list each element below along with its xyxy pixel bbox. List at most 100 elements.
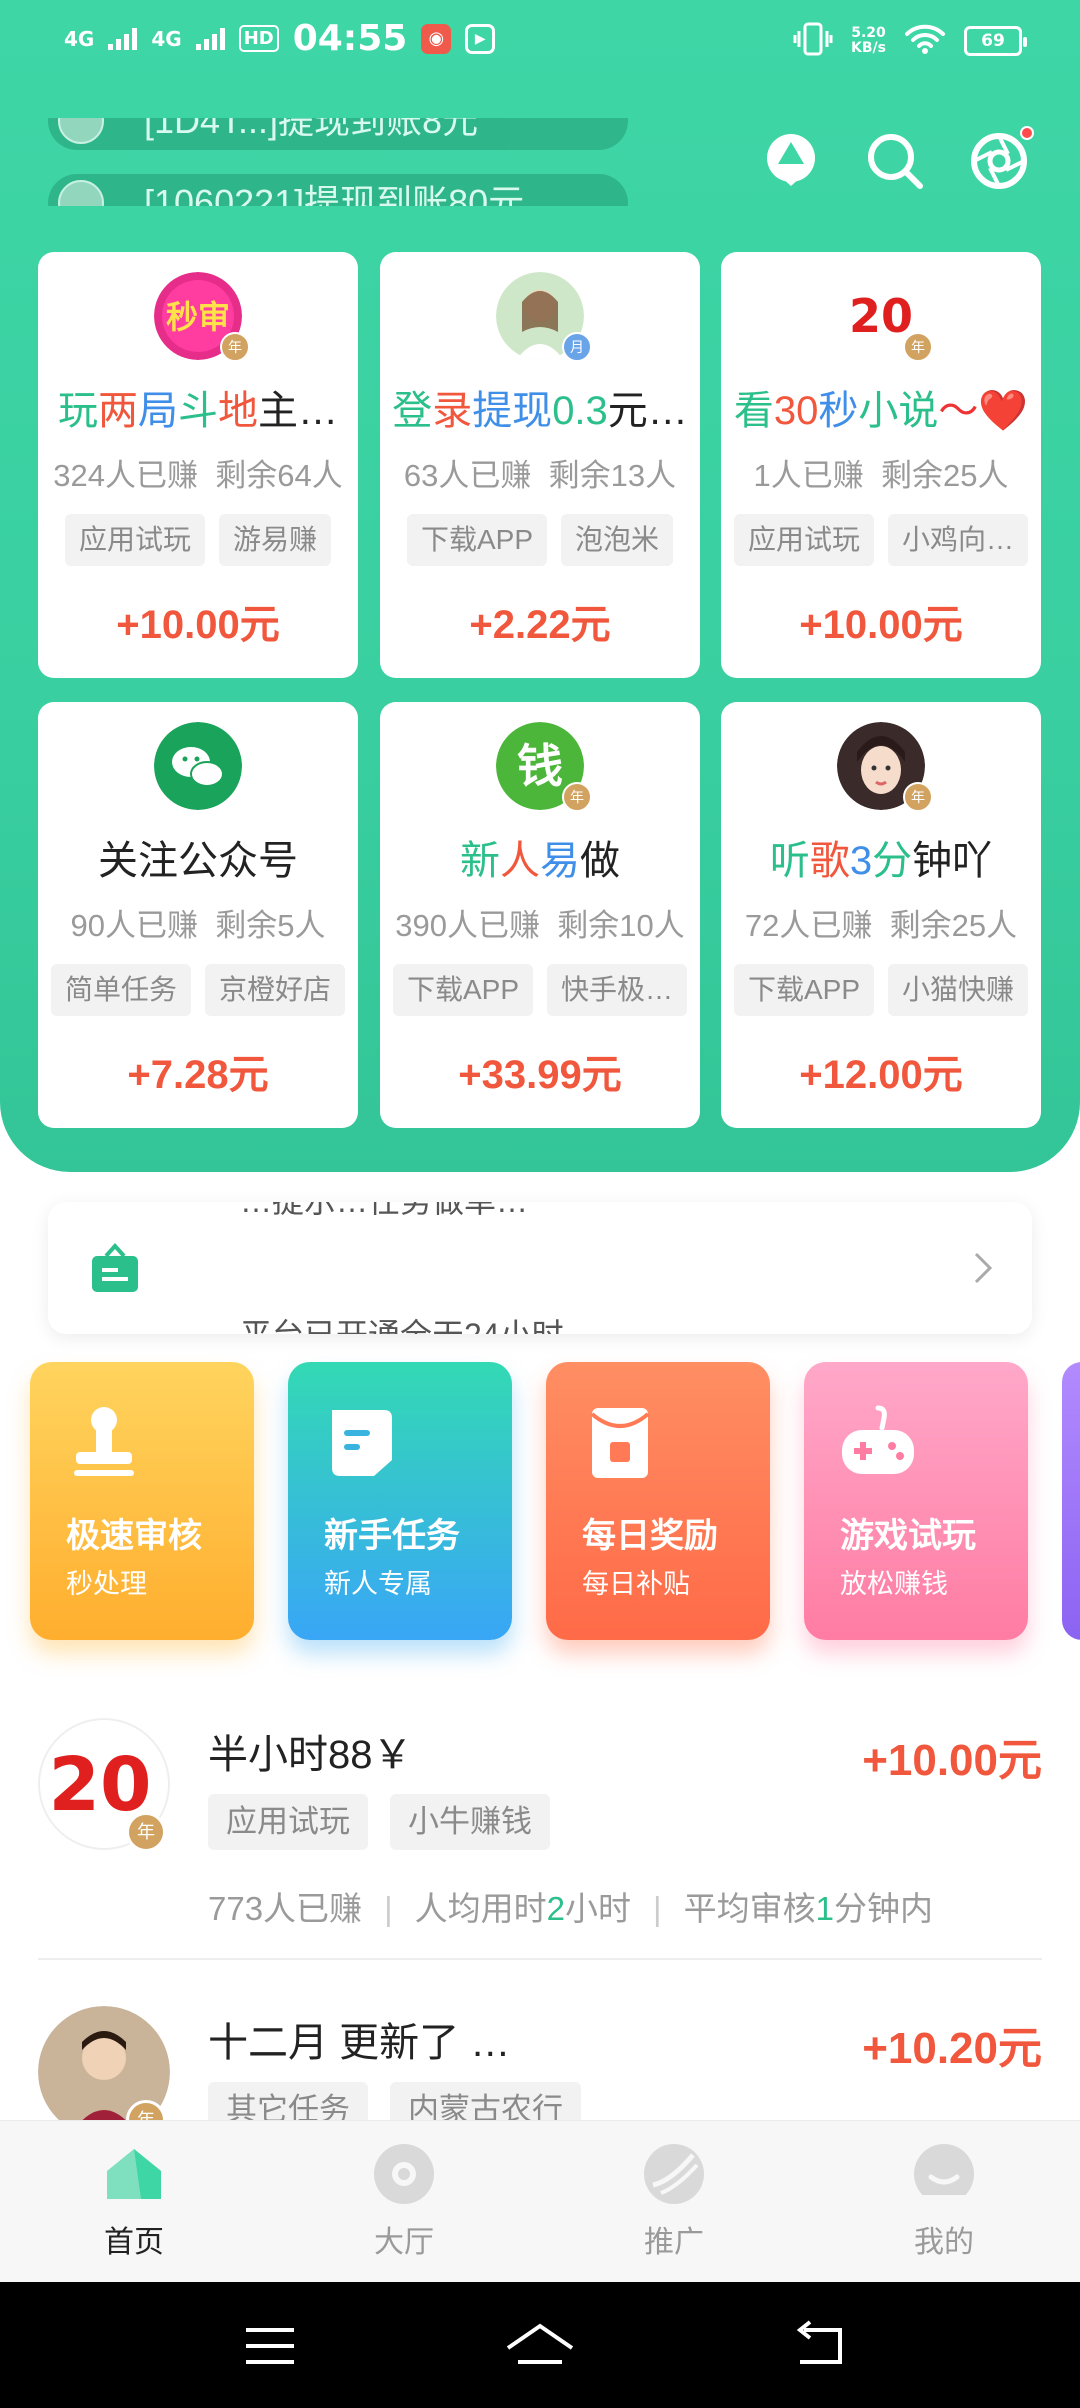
clock: 04:55: [292, 18, 408, 59]
year-badge: 年: [126, 1812, 166, 1852]
svg-text:钱: 钱: [517, 739, 563, 793]
bottom-tab-bar: 首页 大厅 推广 我的: [0, 2120, 1080, 2282]
task-card[interactable]: 月 登录提现0.3元… 63人已赚 剩余13人 下载APP 泡泡米 +2.22元: [380, 252, 700, 678]
search-icon[interactable]: [864, 130, 926, 192]
feature-daily-reward[interactable]: 每日奖励 每日补贴: [546, 1362, 770, 1640]
app-notification-icon: ◉: [421, 23, 452, 54]
task-title-segment: 登: [392, 389, 433, 433]
task-title-segment: 30: [773, 389, 819, 433]
task-tag: 小猫快赚: [888, 964, 1029, 1016]
feature-title: 极速审核: [66, 1517, 202, 1555]
task-stats: 63人已赚 剩余13人: [403, 458, 677, 493]
year-badge: 年: [903, 782, 933, 812]
home-icon: [101, 2141, 167, 2207]
task-title-segment: 分: [872, 839, 913, 883]
tab-promote[interactable]: 推广: [584, 2141, 764, 2261]
tab-label: 我的: [914, 2226, 974, 2259]
task-tag: 下载APP: [392, 964, 533, 1016]
announcement-text: …提示…任务做单…: [240, 1202, 1000, 1222]
task-reward: +10.00元: [799, 603, 963, 647]
review-time-label: 平均审核: [683, 1890, 816, 1927]
feature-game-trial[interactable]: 游戏试玩 放松赚钱: [804, 1362, 1028, 1640]
review-time-unit: 分钟内: [833, 1890, 933, 1927]
vibrate-icon: [793, 22, 833, 60]
tab-hall[interactable]: 大厅: [314, 2141, 494, 2261]
year-badge: 年: [220, 332, 250, 362]
header-actions: [760, 126, 1034, 192]
gamepad-icon: [838, 1402, 918, 1482]
task-title-segment: 秒: [818, 389, 859, 433]
task-title-segment: 局: [138, 389, 178, 433]
tab-label: 大厅: [374, 2226, 434, 2259]
task-title-segment: 关注公众号: [98, 839, 298, 883]
system-navigation-bar: [0, 2282, 1080, 2408]
feature-subtitle: 新人专属: [324, 1569, 432, 1599]
feature-more-partial[interactable]: [1062, 1362, 1080, 1640]
network-speed: 5.20 KB/s: [851, 25, 886, 56]
task-tag: 小鸡向…: [888, 514, 1029, 566]
task-title: 登录提现0.3元…: [380, 378, 700, 436]
separator: |: [653, 1890, 662, 1927]
task-tag: 小牛赚钱: [390, 1794, 550, 1850]
battery-icon: 69: [964, 26, 1027, 56]
task-title-segment: 两: [98, 389, 138, 433]
tab-label: 推广: [644, 2226, 704, 2259]
feature-fast-review[interactable]: 极速审核 秒处理: [30, 1362, 254, 1640]
task-list-item[interactable]: 20 年 半小时88￥ +10.00元 应用试玩 小牛赚钱 773人已赚 | 人均用时…: [38, 1718, 1042, 2008]
task-stats: 72人已赚 剩余25人: [744, 908, 1018, 943]
network-indicator-2: 4G: [151, 26, 182, 51]
task-tags: 应用试玩 游易赚: [38, 514, 358, 566]
network-indicator-1: 4G: [64, 26, 95, 51]
task-card[interactable]: 关注公众号 90人已赚 剩余5人 简单任务 京橙好店 +7.28元: [38, 702, 358, 1128]
task-tag: 应用试玩: [208, 1794, 368, 1850]
feature-newbie-task[interactable]: 新手任务 新人专属: [288, 1362, 512, 1640]
task-title-segment: 易: [540, 839, 580, 883]
year-badge: 年: [903, 332, 933, 362]
task-title-segment: 新: [460, 839, 500, 883]
tab-profile[interactable]: 我的: [854, 2141, 1034, 2261]
task-title: 听歌3分钟吖: [721, 828, 1041, 886]
task-title: 半小时88￥: [208, 1733, 413, 1777]
wechat-icon: [154, 722, 242, 810]
camera-lens-icon[interactable]: [968, 126, 1034, 192]
back-icon[interactable]: [790, 2318, 850, 2374]
tab-home[interactable]: 首页: [44, 2141, 224, 2261]
task-card[interactable]: 秒审 年 玩两局斗地主… 324人已赚 剩余64人 应用试玩 游易赚 +10.00…: [38, 252, 358, 678]
chevron-right-icon: [968, 1246, 998, 1290]
task-title: 看30秒小说～❤️: [721, 378, 1041, 436]
home-nav-icon[interactable]: [504, 2318, 576, 2374]
announcement-bar[interactable]: …提示…任务做单… 平台已开通全天24小时: [48, 1202, 1032, 1334]
month-badge: 月: [562, 332, 592, 362]
task-tags: 下载APP 小猫快赚: [721, 964, 1041, 1016]
year-badge: 年: [562, 782, 592, 812]
red-envelope-icon: [580, 1402, 660, 1482]
earned-count: 773人已赚: [208, 1890, 363, 1927]
task-tags: 应用试玩 小牛赚钱: [208, 1794, 550, 1850]
task-reward: +10.00元: [116, 603, 280, 647]
task-title-segment: 玩: [58, 389, 98, 433]
menu-icon[interactable]: [240, 2318, 300, 2374]
task-title-segment: 录: [432, 389, 473, 433]
tab-label: 首页: [104, 2226, 164, 2259]
task-tag: 快手极…: [547, 964, 688, 1016]
feature-subtitle: 放松赚钱: [840, 1569, 948, 1599]
task-tag: 下载APP: [733, 964, 874, 1016]
hall-icon: [371, 2141, 437, 2207]
task-title-segment: 0.3: [552, 389, 608, 433]
ticker-item: [1D4T...]提现到账8元: [48, 118, 628, 150]
task-title-segment: 主…: [258, 389, 338, 433]
task-title-segment: 做: [580, 839, 620, 883]
document-icon: [322, 1402, 402, 1482]
task-stats: 390人已赚 剩余10人: [395, 908, 685, 943]
task-tag: 应用试玩: [64, 514, 205, 566]
task-card[interactable]: 年 听歌3分钟吖 72人已赚 剩余25人 下载APP 小猫快赚 +12.00元: [721, 702, 1041, 1128]
avg-time-unit: 小时: [565, 1890, 631, 1927]
task-card[interactable]: 钱 年 新人易做 390人已赚 剩余10人 下载APP 快手极… +33.99元: [380, 702, 700, 1128]
withdrawal-ticker[interactable]: [1D4T...]提现到账8元 [1060221]提现到账80元: [48, 118, 628, 206]
feature-title: 新手任务: [324, 1517, 460, 1555]
task-card[interactable]: 20 年 看30秒小说～❤️ 1人已赚 剩余25人 应用试玩 小鸡向… +10.0…: [721, 252, 1041, 678]
feature-subtitle: 每日补贴: [582, 1569, 690, 1599]
task-title-segment: 地: [218, 389, 258, 433]
triangle-logo-icon[interactable]: [760, 130, 822, 192]
stamp-icon: [64, 1402, 144, 1482]
